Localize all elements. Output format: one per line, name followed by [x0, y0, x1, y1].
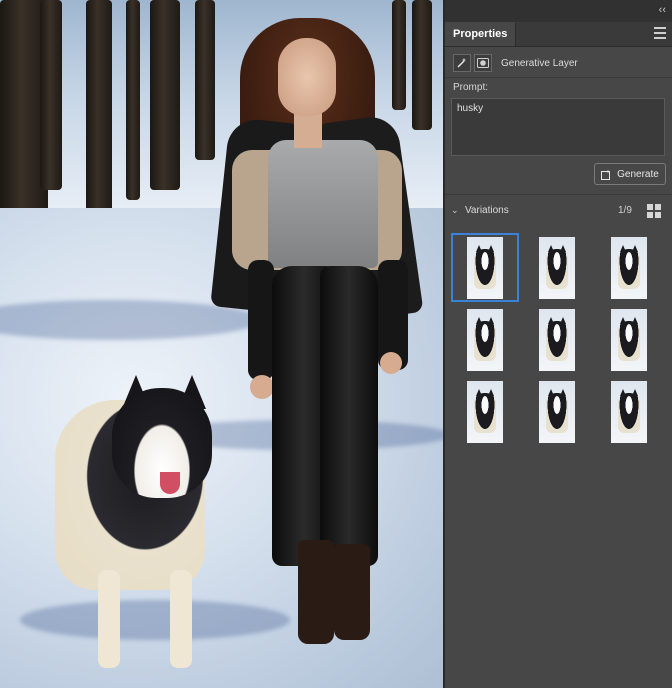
- divider: [445, 194, 672, 195]
- panel-top-strip: ‹‹: [445, 0, 672, 22]
- husky-leg: [98, 570, 120, 668]
- collapse-icon[interactable]: ‹‹: [659, 4, 666, 16]
- woman-boot-left: [298, 540, 334, 644]
- variation-thumbnail[interactable]: [467, 381, 503, 443]
- variation-thumbnail[interactable]: [539, 309, 575, 371]
- generate-button[interactable]: Generate: [594, 163, 666, 185]
- generative-fill-icon[interactable]: [453, 54, 471, 72]
- woman-boot-right: [334, 544, 370, 640]
- layer-type-row: Generative Layer: [453, 54, 578, 72]
- prompt-input[interactable]: husky: [451, 98, 665, 156]
- generate-label: Generate: [617, 168, 659, 180]
- document-canvas[interactable]: [0, 0, 443, 688]
- chevron-down-icon[interactable]: ⌄: [451, 205, 459, 216]
- tree-trunk: [150, 0, 180, 190]
- woman-hand-left: [250, 375, 274, 399]
- variation-thumbnail[interactable]: [539, 237, 575, 299]
- variation-thumbnail[interactable]: [611, 309, 647, 371]
- dog-shadow: [20, 600, 290, 640]
- prompt-label: Prompt:: [453, 82, 489, 93]
- variation-thumbnail[interactable]: [539, 381, 575, 443]
- layer-type-label: Generative Layer: [501, 57, 578, 69]
- husky-tongue: [160, 472, 180, 494]
- selected-variation-highlight: [451, 233, 519, 302]
- woman-arm-left: [248, 260, 274, 380]
- tree-trunk: [126, 0, 140, 200]
- tree-trunk: [392, 0, 406, 110]
- variations-header[interactable]: ⌄ Variations 1/9: [451, 204, 665, 218]
- variation-thumbnail[interactable]: [467, 309, 503, 371]
- mask-icon[interactable]: [474, 54, 492, 72]
- husky-leg: [170, 570, 192, 668]
- divider: [445, 77, 672, 78]
- grid-view-icon[interactable]: [647, 204, 661, 218]
- gray-shirt: [268, 140, 378, 268]
- variation-thumbnail[interactable]: [611, 381, 647, 443]
- variation-thumbnail[interactable]: [611, 237, 647, 299]
- generate-icon: [601, 169, 611, 180]
- tree-trunk: [86, 0, 112, 225]
- tree-trunk: [195, 0, 215, 160]
- tab-properties[interactable]: Properties: [445, 22, 517, 46]
- panel-tab-bar: Properties: [445, 22, 672, 47]
- variations-count: 1/9: [618, 205, 632, 216]
- woman-face: [278, 38, 336, 116]
- variations-label: Variations: [465, 205, 509, 216]
- woman-leg-right: [320, 266, 378, 566]
- panel-menu-icon[interactable]: [654, 27, 666, 42]
- woman-hand-right: [380, 352, 402, 374]
- tree-trunk: [412, 0, 432, 130]
- tree-trunk: [40, 0, 62, 190]
